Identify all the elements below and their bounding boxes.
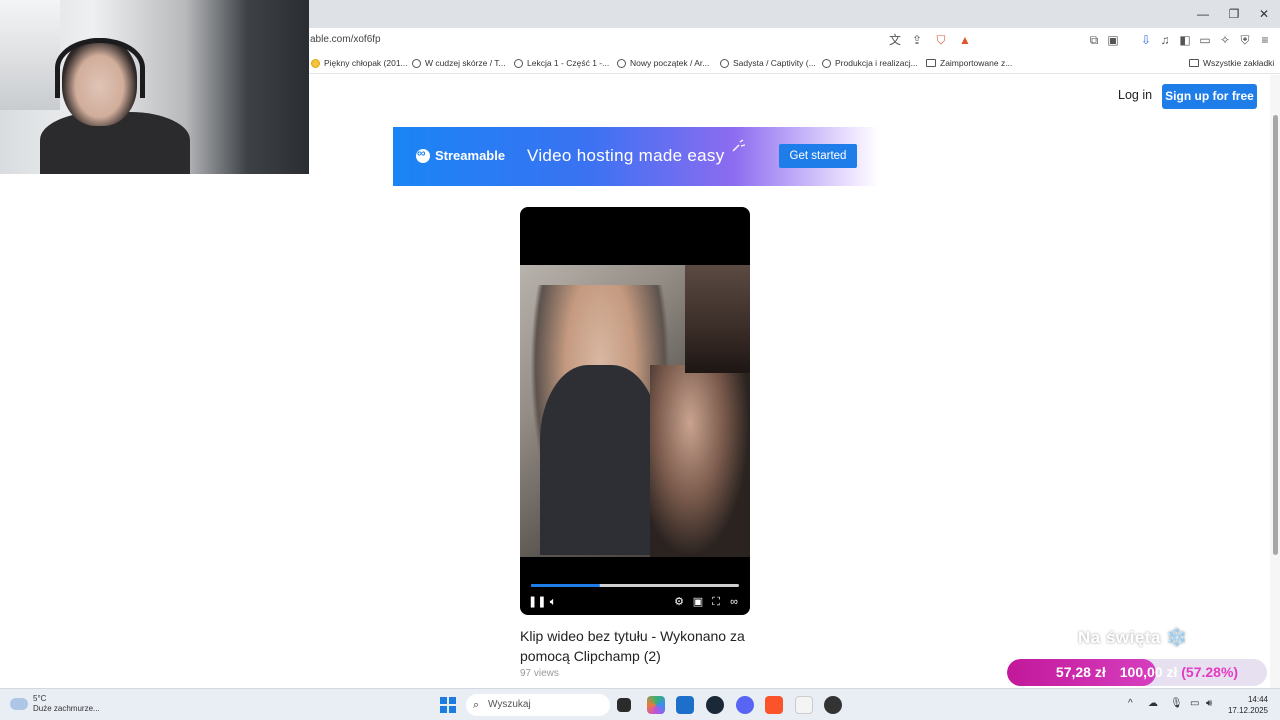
get-started-button[interactable]: Get started	[779, 144, 857, 168]
video-title: Klip wideo bez tytułu - Wykonano za pomo…	[520, 628, 745, 664]
restore-icon[interactable]: ❐	[1219, 4, 1249, 24]
weather-temp: 5°C	[33, 694, 47, 703]
discord-icon[interactable]	[736, 696, 754, 714]
vpn-icon[interactable]: ⛨	[1236, 31, 1254, 49]
date: 17.12.2025	[1227, 706, 1268, 715]
video-progress-fill	[531, 584, 600, 587]
bookmark-item[interactable]: Sadysta / Captivity (...	[720, 56, 816, 70]
store-icon[interactable]	[676, 696, 694, 714]
weather-desc: Duże zachmurze...	[33, 704, 100, 713]
bookmark-item[interactable]: W cudzej skórze / T...	[412, 56, 506, 70]
scroll-thumb[interactable]	[1273, 115, 1278, 555]
video-player[interactable]: ❚❚ 🔈︎ ⚙ ▣ ⛶ ∞	[520, 207, 750, 615]
brave-rewards-icon[interactable]: ▲	[956, 31, 974, 49]
task-view-icon[interactable]	[617, 698, 631, 712]
video-frame	[520, 265, 750, 557]
settings-icon[interactable]: ⚙	[672, 595, 686, 609]
all-bookmarks-folder[interactable]: Wszystkie zakładki	[1189, 56, 1274, 70]
leo-ai-icon[interactable]: ✧	[1216, 31, 1234, 49]
video-inset	[685, 265, 750, 373]
video-progress-bar[interactable]	[531, 584, 739, 587]
goal-percent: (57.28%)	[1181, 664, 1239, 680]
microphone-icon[interactable]: 🎙︎	[1170, 698, 1183, 709]
fullscreen-icon[interactable]: ⛶	[709, 595, 723, 609]
goal-label: Na święta ❄️	[1078, 628, 1188, 647]
search-icon: ⌕	[473, 699, 480, 711]
weather-widget[interactable]: 5°C Duże zachmurze...	[10, 694, 100, 714]
downloads-icon[interactable]: ⇩	[1137, 31, 1155, 49]
globe-icon	[617, 58, 626, 68]
steam-icon[interactable]	[706, 696, 724, 714]
volume-icon[interactable]: 🔈︎	[546, 595, 560, 609]
folder-icon	[926, 59, 936, 67]
headset-icon	[55, 38, 145, 98]
goal-current: 57,28 zł	[1055, 664, 1106, 680]
signup-button[interactable]: Sign up for free	[1162, 84, 1257, 109]
goal-target: 100,00 zł	[1119, 664, 1178, 680]
close-icon[interactable]: ✕	[1249, 4, 1279, 24]
taskbar-clock[interactable]: 14:44 17.12.2025	[1222, 694, 1268, 716]
time: 14:44	[1247, 695, 1268, 704]
view-count: 97 views	[520, 668, 559, 679]
folder-icon	[1189, 59, 1199, 67]
obs-icon[interactable]	[824, 696, 842, 714]
smiley-icon	[311, 58, 320, 68]
chevron-up-icon[interactable]: ^	[1128, 698, 1133, 709]
tab-search-icon[interactable]: ▣	[1104, 31, 1122, 49]
menu-icon[interactable]: ≡	[1256, 31, 1274, 49]
login-link[interactable]: Log in	[1118, 88, 1152, 102]
infinity-icon	[416, 146, 430, 163]
bookmark-folder[interactable]: Zaimportowane z...	[926, 56, 1012, 70]
media-icon[interactable]: ♫	[1156, 31, 1174, 49]
globe-icon	[514, 58, 523, 68]
extensions-icon[interactable]: ⧉	[1085, 31, 1103, 49]
start-icon[interactable]	[440, 697, 456, 713]
taskbar-search[interactable]: ⌕ Wyszukaj	[466, 694, 610, 716]
minimize-icon[interactable]: —	[1188, 4, 1218, 24]
network-icon[interactable]: ▭	[1190, 698, 1199, 709]
translate-icon[interactable]: 文	[886, 31, 904, 49]
bookmark-item[interactable]: Produkcja i realizacj...	[822, 56, 918, 70]
copilot-icon[interactable]	[647, 696, 665, 714]
brave-icon[interactable]	[765, 696, 783, 714]
cloud-icon	[10, 698, 28, 710]
windows-taskbar: 5°C Duże zachmurze... ⌕ Wyszukaj ^ ☁ 🎙︎ …	[0, 688, 1280, 720]
share-icon[interactable]: ⇪	[908, 31, 926, 49]
globe-icon	[720, 58, 729, 68]
speaker-icon[interactable]: 🔊︎	[1206, 698, 1212, 709]
pause-icon[interactable]: ❚❚	[528, 595, 546, 609]
sparkle-icon	[732, 139, 745, 152]
globe-icon	[822, 58, 831, 68]
wallet-icon[interactable]: ▭	[1196, 31, 1214, 49]
bookmark-item[interactable]: Piękny chłopak (201...	[311, 56, 408, 70]
onedrive-icon[interactable]: ☁	[1148, 698, 1158, 709]
banner-tagline: Video hosting made easy	[527, 146, 725, 165]
streamable-icon[interactable]: ∞	[727, 595, 741, 609]
globe-icon	[412, 58, 421, 68]
picture-in-picture-icon[interactable]: ▣	[691, 595, 705, 609]
webcam-overlay	[0, 0, 309, 174]
address-bar[interactable]: able.com/xof6fp	[300, 30, 980, 50]
streamable-logo: Streamable	[416, 146, 505, 163]
promo-banner[interactable]: Streamable Video hosting made easy Get s…	[393, 127, 879, 186]
donation-goal-bar: 57,28 zł 100,00 zł (57.28%)	[1007, 659, 1267, 686]
bookmark-item[interactable]: Nowy początek / Ar...	[617, 56, 709, 70]
page-scrollbar[interactable]	[1270, 75, 1280, 688]
brave-shields-icon[interactable]: ⛉	[932, 31, 950, 49]
sidebar-icon[interactable]: ◧	[1176, 31, 1194, 49]
bookmark-item[interactable]: Lekcja 1 - Część 1 -...	[514, 56, 609, 70]
notepad-icon[interactable]	[795, 696, 813, 714]
